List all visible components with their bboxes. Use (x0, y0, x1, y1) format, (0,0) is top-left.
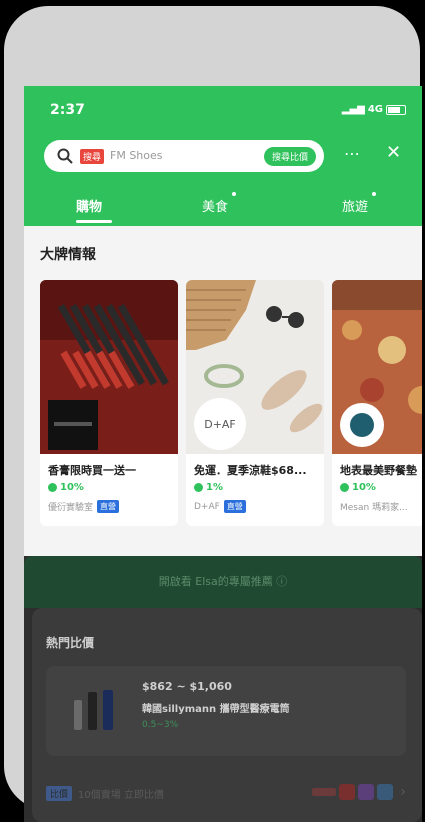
section-title: 大牌情報 (40, 247, 96, 263)
store-icons: › (312, 784, 406, 800)
store-label: 優衍實驗室 (48, 503, 94, 513)
cashback-range: 0.5~3% (142, 720, 179, 730)
compare-footer[interactable]: 比價 10個賣場 立即比價 › (46, 784, 406, 804)
product-name: 韓國sillymann 攜帶型醫療電筒 (142, 704, 290, 715)
cashback-rate: 10% (48, 482, 84, 493)
compare-summary: 比價 10個賣場 立即比價 (46, 786, 164, 801)
product-thumbnail (74, 690, 113, 730)
store-icon (339, 784, 356, 800)
store-name: Mesan 瑪莉家... (340, 500, 408, 513)
brand-logo-text: D+AF (204, 417, 236, 431)
phone-frame: 2:37 ▂▄▆ 4G 搜尋 FM Shoes 搜尋比價 ⋯ ✕ 購物 美食 旅… (4, 6, 422, 822)
tab-active-indicator (76, 220, 112, 223)
card-title: 香膏限時買一送一 (48, 464, 136, 477)
cashback-value: 10% (60, 482, 84, 493)
status-indicators: ▂▄▆ 4G (342, 104, 406, 115)
app-header: 2:37 ▂▄▆ 4G 搜尋 FM Shoes 搜尋比價 ⋯ ✕ 購物 美食 旅… (24, 86, 422, 226)
app-screen: 2:37 ▂▄▆ 4G 搜尋 FM Shoes 搜尋比價 ⋯ ✕ 購物 美食 旅… (24, 86, 422, 822)
hot-compare-panel: 熱門比價 $862 ~ $1,060 韓國sillymann 攜帶型醫療電筒 0… (32, 608, 422, 822)
signal-icon: ▂▄▆ (341, 104, 365, 115)
store-label: Mesan 瑪莉家... (340, 503, 408, 513)
network-label: 4G (367, 104, 383, 115)
tab-travel[interactable]: 旅遊 (342, 196, 368, 215)
cashback-rate: 1% (194, 482, 223, 493)
battery-icon (386, 104, 406, 115)
cashback-value: 10% (352, 482, 376, 493)
product-image-picnic-mat (332, 280, 422, 454)
more-icon[interactable]: ⋯ (344, 144, 361, 163)
banner-text: 開啟看 Elsa的專屬推薦 ⓘ (158, 575, 288, 588)
official-badge: 直營 (223, 500, 246, 513)
tab-shopping[interactable]: 購物 (76, 196, 102, 215)
search-bar[interactable]: 搜尋 FM Shoes 搜尋比價 (44, 140, 324, 172)
hot-compare-title: 熱門比價 (46, 636, 95, 650)
store-name: D+AF 直營 (194, 500, 246, 513)
close-icon[interactable]: ✕ (386, 142, 401, 163)
cashback-rate: 10% (340, 482, 376, 493)
store-name: 優衍實驗室 直營 (48, 500, 120, 513)
deal-card[interactable]: D+AF 免運．夏季涼鞋$68... 1% D+AF 直營 (186, 280, 324, 526)
status-time: 2:37 (50, 102, 85, 118)
store-icon (312, 788, 337, 796)
cashback-icon (194, 483, 203, 492)
cashback-icon (48, 483, 57, 492)
compare-product[interactable]: $862 ~ $1,060 韓國sillymann 攜帶型醫療電筒 0.5~3% (46, 666, 406, 756)
cashback-value: 1% (206, 482, 223, 493)
store-icon (358, 784, 375, 800)
official-badge: 直營 (97, 500, 120, 513)
tab-food[interactable]: 美食 (202, 196, 228, 215)
compare-button[interactable]: 搜尋比價 (263, 147, 316, 166)
search-tag: 搜尋 (80, 149, 105, 164)
compare-tag: 比價 (46, 786, 73, 801)
chevron-right-icon[interactable]: › (400, 784, 406, 800)
cashback-icon (340, 483, 349, 492)
new-dot-food (232, 192, 236, 196)
recommend-banner[interactable]: 開啟看 Elsa的專屬推薦 ⓘ (24, 556, 422, 608)
store-label: D+AF (194, 501, 220, 512)
card-title: 地表最美野餐墊 (340, 464, 417, 477)
deal-card[interactable]: 香膏限時買一送一 10% 優衍實驗室 直營 (40, 280, 178, 526)
status-bar: 2:37 ▂▄▆ 4G (24, 86, 422, 132)
brand-logo: D+AF (194, 398, 246, 450)
deal-card[interactable]: 地表最美野餐墊 10% Mesan 瑪莉家... (332, 280, 422, 526)
new-dot-travel (372, 192, 376, 196)
dimmed-overlay: 開啟看 Elsa的專屬推薦 ⓘ 熱門比價 $862 ~ $1,060 韓國sil… (24, 556, 422, 822)
price-range: $862 ~ $1,060 (142, 680, 232, 693)
search-input[interactable]: FM Shoes (110, 149, 163, 162)
product-image-lipsticks (40, 280, 178, 454)
compare-link[interactable]: 10個賣場 立即比價 (78, 786, 164, 801)
store-icon (377, 784, 394, 800)
search-icon (57, 148, 73, 164)
deal-cards: 香膏限時買一送一 10% 優衍實驗室 直營 D+AF 免運．夏季涼鞋$68...… (40, 280, 422, 530)
card-title: 免運．夏季涼鞋$68... (194, 464, 307, 477)
